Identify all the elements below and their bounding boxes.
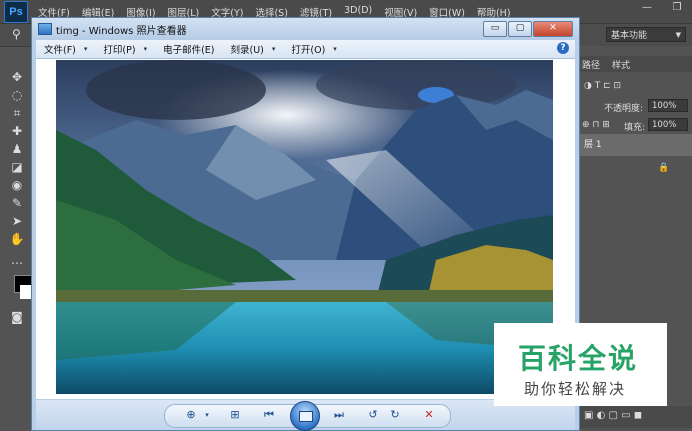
- eraser-tool-icon[interactable]: ◪: [9, 159, 25, 175]
- watermark-subtitle: 助你轻松解决: [524, 380, 627, 398]
- landscape-photo: [56, 60, 553, 394]
- lock-icon: 🔒: [658, 163, 670, 173]
- navigation-bar: ⊕ ▾ ⊞ ⏮ ⏭ ↺ ↻ ✕: [164, 401, 451, 431]
- rotate-counterclockwise-icon[interactable]: ↺: [365, 408, 381, 422]
- viewer-menu-email[interactable]: 电子邮件(E): [155, 42, 222, 56]
- more-tools-icon[interactable]: …: [9, 252, 25, 268]
- fill-field[interactable]: 100%: [648, 118, 688, 131]
- pen-tool-icon[interactable]: ✎: [9, 195, 25, 211]
- quick-mask-icon[interactable]: ◙: [9, 309, 25, 325]
- panel-bottom-bar: ▣ ◐ ▢ ▭ ◼: [578, 406, 692, 428]
- chevron-down-icon[interactable]: ▾: [199, 408, 215, 422]
- tab-paths[interactable]: 路径: [582, 58, 600, 71]
- path-select-tool-icon[interactable]: ➤: [9, 213, 25, 229]
- stamp-tool-icon[interactable]: ♟: [9, 141, 25, 157]
- blur-tool-icon[interactable]: ◉: [9, 177, 25, 193]
- hand-tool-icon[interactable]: ✋: [9, 231, 25, 247]
- chevron-down-icon: ▼: [675, 30, 681, 39]
- layer-row[interactable]: 层 1: [578, 134, 692, 156]
- viewer-window-controls: ▭ ▢ ✕: [483, 21, 573, 37]
- viewer-maximize-button[interactable]: ▢: [508, 21, 532, 37]
- photoshop-logo: Ps: [4, 0, 28, 23]
- zoom-icon[interactable]: ⊕: [183, 408, 199, 422]
- watermark-title: 百科全说: [518, 342, 639, 375]
- actual-size-icon[interactable]: ⊞: [227, 408, 243, 422]
- healing-tool-icon[interactable]: ✚: [9, 123, 25, 139]
- window-title: timg - Windows 照片查看器: [56, 25, 187, 37]
- landscape-image: [56, 60, 553, 394]
- opacity-field[interactable]: 100%: [648, 99, 688, 112]
- ps-window-controls: — ❐: [632, 0, 692, 16]
- move-tool-icon[interactable]: ✥: [9, 69, 25, 85]
- panel-bottom-icons[interactable]: ▣ ◐ ▢ ▭ ◼: [584, 410, 642, 421]
- filter-row: ◑ T ⊏ ⊡: [578, 79, 692, 97]
- lock-icons[interactable]: ⊕ ⊓ ⊞: [582, 120, 610, 130]
- previous-button[interactable]: ⏮: [261, 408, 277, 422]
- ps-restore-button[interactable]: ❐: [662, 0, 692, 16]
- viewer-close-button[interactable]: ✕: [533, 21, 573, 37]
- viewer-menubar: 文件(F) ▾ 打印(P) ▾ 电子邮件(E) 刻录(U) ▾ 打开(O) ▾ ?: [36, 40, 575, 59]
- help-icon[interactable]: ?: [557, 42, 569, 54]
- ps-minimize-button[interactable]: —: [632, 0, 662, 16]
- photoshop-toolbar: ✥ ◌ ⌗ ✚ ♟ ◪ ◉ ✎ ➤ ✋ … ◙: [0, 47, 35, 431]
- background-layer-row[interactable]: 🔒: [578, 161, 692, 179]
- opacity-row: 不透明度: 100%: [578, 99, 692, 117]
- fill-label: 填充:: [624, 123, 646, 133]
- photo-viewer-icon: [38, 23, 52, 35]
- baike-watermark: 百科全说 助你轻松解决: [494, 323, 667, 406]
- slideshow-icon: [299, 411, 313, 422]
- next-button[interactable]: ⏭: [331, 408, 347, 422]
- opacity-value: 100%: [652, 101, 677, 111]
- fill-value: 100%: [652, 120, 677, 130]
- crop-tool-icon[interactable]: ⌗: [9, 105, 25, 121]
- search-icon[interactable]: ⚲: [12, 27, 21, 41]
- rotate-clockwise-icon[interactable]: ↻: [387, 408, 403, 422]
- layer-name: 层 1: [584, 140, 602, 150]
- viewer-minimize-button[interactable]: ▭: [483, 21, 507, 37]
- workspace-select-label: 基本功能: [611, 31, 648, 41]
- opacity-label: 不透明度:: [604, 104, 644, 114]
- viewer-titlebar[interactable]: timg - Windows 照片查看器 ▭ ▢ ✕: [32, 18, 579, 40]
- tab-styles[interactable]: 样式: [612, 58, 630, 71]
- delete-icon[interactable]: ✕: [421, 408, 437, 422]
- workspace-select[interactable]: 基本功能 ▼: [606, 27, 686, 42]
- lasso-tool-icon[interactable]: ◌: [9, 87, 25, 103]
- filter-icons[interactable]: ◑ T ⊏ ⊡: [584, 81, 621, 91]
- slideshow-button[interactable]: [290, 401, 320, 431]
